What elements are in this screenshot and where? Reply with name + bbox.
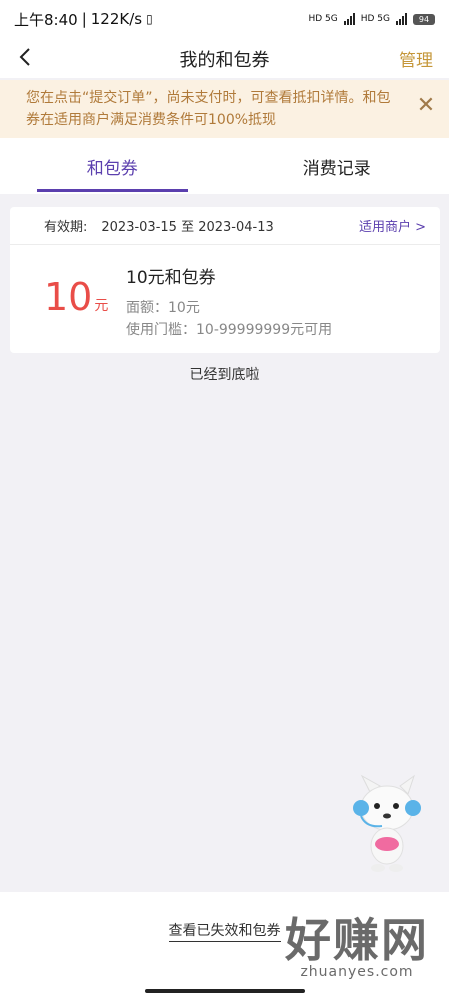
network-label-1: HD 5G	[308, 14, 338, 24]
coupon-face-value: 面额：10元	[126, 300, 200, 316]
status-time: 上午8:40	[14, 10, 78, 29]
list-end-text: 已经到底啦	[189, 367, 260, 383]
status-bar: 上午8:40 | 122K/s ▯ HD 5G HD 5G 94	[0, 0, 449, 38]
notice-banner: 您在点击“提交订单”，尚未支付时，可查看抵扣详情。和包券在适用商户满足消费条件可…	[0, 80, 449, 138]
vibrate-icon: ▯	[146, 12, 153, 26]
tab-bar: 和包券 消费记录	[0, 138, 449, 194]
validity-label: 有效期:	[44, 220, 88, 235]
mascot-icon[interactable]	[352, 774, 422, 874]
watermark-logo: 好赚网 zhuanyes.com	[285, 912, 429, 980]
coupon-amount-unit: 元	[94, 298, 109, 314]
coupon-amount-value: 10	[44, 275, 93, 319]
signal-icon-2	[396, 13, 407, 25]
battery-icon: 94	[413, 13, 435, 25]
signal-icon-1	[343, 13, 355, 25]
coupon-card-body: 10 元 10元和包券 面额：10元 使用门槛：10-99999999元可用	[10, 245, 440, 351]
close-icon[interactable]: ✕	[415, 94, 437, 118]
network-label-2: HD 5G	[360, 14, 390, 24]
watermark-sub: zhuanyes.com	[300, 964, 414, 980]
status-divider: |	[81, 10, 87, 28]
footer: 查看已失效和包券 好赚网 zhuanyes.com	[0, 892, 449, 1000]
manage-button[interactable]: 管理	[399, 46, 433, 71]
status-speed: 122K/s	[90, 10, 143, 28]
watermark-main: 好赚网	[285, 913, 429, 967]
coupon-threshold: 使用门槛：10-99999999元可用	[126, 322, 333, 338]
nav-bar: 我的和包券 管理	[0, 38, 449, 78]
page-title: 我的和包券	[179, 50, 270, 71]
notice-text: 您在点击“提交订单”，尚未支付时，可查看抵扣详情。和包券在适用商户满足消费条件可…	[26, 90, 391, 128]
validity-dates: 2023-03-15 至 2023-04-13	[101, 220, 274, 235]
view-invalid-coupons-label: 查看已失效和包券	[168, 923, 281, 942]
coupon-card[interactable]: 有效期: 2023-03-15 至 2023-04-13 适用商户 > 10 元 …	[10, 207, 440, 353]
tab-coupons[interactable]: 和包券	[0, 138, 225, 194]
coupon-name: 10元和包券	[126, 268, 216, 288]
applicable-merchants-link[interactable]: 适用商户 >	[359, 216, 426, 235]
coupon-amount: 10 元	[44, 275, 108, 319]
tab-consumption-records[interactable]: 消费记录	[225, 138, 449, 194]
home-indicator[interactable]	[145, 989, 305, 993]
coupon-card-header: 有效期: 2023-03-15 至 2023-04-13 适用商户 >	[10, 207, 440, 245]
